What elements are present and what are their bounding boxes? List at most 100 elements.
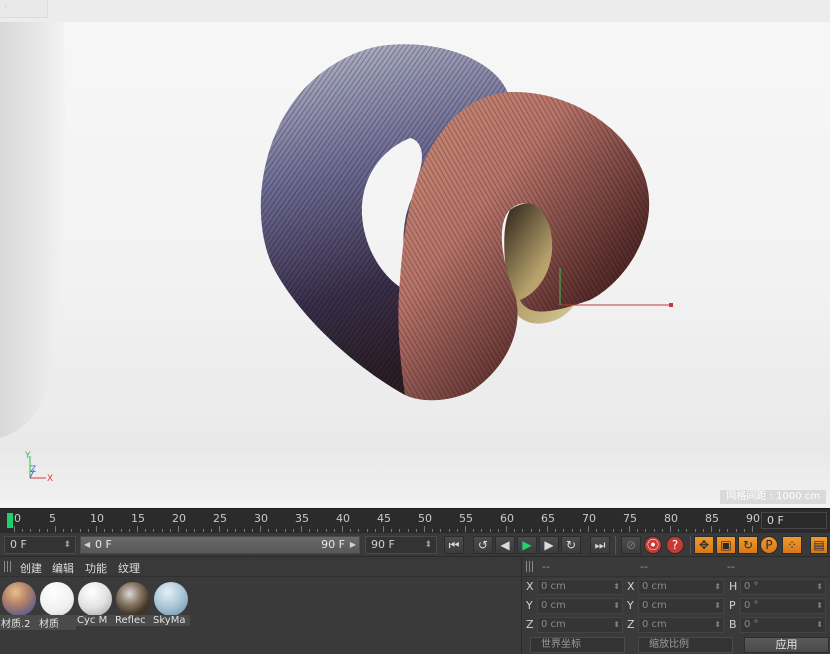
param-keys-icon[interactable]: P [760, 536, 778, 554]
position-header: -- [542, 560, 550, 573]
move-keys-icon[interactable]: ✥ [694, 536, 714, 554]
ruler-tick-label: 30 [254, 512, 268, 525]
material-swatch[interactable]: Cyc M [76, 581, 114, 629]
material-preview-ball [40, 582, 74, 616]
go-to-start-button[interactable]: ⏮ [444, 536, 464, 554]
rot-b-value: 0 ° [744, 619, 759, 630]
rotation-header: -- [727, 560, 735, 573]
end-frame-field[interactable]: 90 F ⬍ [365, 536, 437, 554]
film-strip-icon[interactable]: ▤ [810, 536, 828, 554]
pos-x-label: X [526, 580, 534, 593]
size-z-label: Z [627, 618, 635, 631]
rot-b-label: B [729, 618, 737, 631]
menu-edit[interactable]: 编辑 [52, 560, 74, 576]
size-x-value: 0 cm [642, 581, 667, 592]
separator [690, 536, 691, 554]
coordinate-mode-select[interactable]: 世界坐标 [530, 637, 625, 653]
range-end-label: 90 F [321, 538, 345, 551]
axis-y-label: Y [24, 451, 31, 461]
spin-arrows-icon[interactable]: ⬍ [816, 580, 823, 594]
grid-spacing-label: 网格间距 : 1000 cm [720, 490, 826, 504]
rotate-keys-icon[interactable]: ↻ [738, 536, 758, 554]
material-list: 材质.2 材质 Cyc M Reflec SkyMa [0, 579, 521, 654]
pos-z-field[interactable]: 0 cm ⬍ [537, 617, 623, 633]
record-active-objects-button[interactable]: ⦿ [644, 536, 662, 554]
prev-frame-button[interactable]: ◀ [495, 536, 515, 554]
size-z-value: 0 cm [642, 619, 667, 630]
material-swatch[interactable]: 材质.2 [0, 581, 38, 630]
material-preview-ball [154, 582, 188, 616]
autokeying-button[interactable]: ? [666, 536, 684, 554]
axis-z-label: Z [30, 465, 36, 475]
material-label: Reflec [114, 615, 152, 626]
material-manager: 创建 编辑 功能 纹理 材质.2 材质 Cyc M Reflec SkyMa [0, 556, 521, 654]
scale-mode-select[interactable]: 缩放比例 [638, 637, 733, 653]
ruler-tick-label: 75 [623, 512, 637, 525]
ruler-tick-label: 65 [541, 512, 555, 525]
spin-arrows-icon[interactable]: ⬍ [63, 537, 71, 553]
play-button[interactable]: ▶ [517, 536, 537, 554]
material-swatch[interactable]: 材质 [38, 581, 76, 630]
start-frame-field[interactable]: 0 F ⬍ [4, 536, 76, 554]
menu-create[interactable]: 创建 [20, 560, 42, 576]
spin-arrows-icon[interactable]: ⬍ [714, 580, 721, 594]
ruler-tick-label: 55 [459, 512, 473, 525]
spin-arrows-icon[interactable]: ⬍ [714, 618, 721, 632]
3d-viewport[interactable]: · Y Z X 网格间距: 1000 cm [0, 0, 830, 508]
rot-p-field[interactable]: 0 ° ⬍ [740, 598, 826, 614]
size-z-field[interactable]: 0 cm ⬍ [638, 617, 724, 633]
playhead[interactable] [7, 513, 13, 528]
material-preview-ball [2, 582, 36, 616]
axis-x-label: X [47, 474, 53, 484]
frame-ruler[interactable]: 0 5 10 15 20 25 30 35 40 45 50 55 60 65 70 75 80 85 90 [0, 509, 760, 533]
apply-button[interactable]: 应用 [744, 637, 829, 653]
spin-arrows-icon[interactable]: ⬍ [816, 618, 823, 632]
rot-b-field[interactable]: 0 ° ⬍ [740, 617, 826, 633]
go-to-end-button[interactable]: ⏭ [590, 536, 610, 554]
ruler-tick-label: 40 [336, 512, 350, 525]
ruler-tick-label: 45 [377, 512, 391, 525]
ruler-tick-label: 90 [746, 512, 760, 525]
end-frame-value: 90 F [371, 538, 395, 551]
pos-y-value: 0 cm [541, 600, 566, 611]
material-swatch[interactable]: SkyMa [152, 581, 190, 629]
spin-arrows-icon[interactable]: ⬍ [613, 618, 620, 632]
material-label: SkyMa [152, 615, 190, 626]
scale-keys-icon[interactable]: ▣ [716, 536, 736, 554]
panel-grip-icon[interactable] [4, 561, 12, 572]
rot-p-label: P [729, 599, 736, 612]
material-swatch[interactable]: Reflec [114, 581, 152, 629]
timeline-ruler[interactable]: 0 5 10 15 20 25 30 35 40 45 50 55 60 65 70 75 80 85 90 0 F [0, 508, 830, 533]
spin-arrows-icon[interactable]: ⬍ [424, 537, 432, 553]
size-y-field[interactable]: 0 cm ⬍ [638, 598, 724, 614]
spin-arrows-icon[interactable]: ⬍ [613, 599, 620, 613]
frame-range-slider[interactable]: ◀ 0 F 90 F ▶ [80, 536, 360, 554]
range-right-arrow-icon[interactable]: ▶ [350, 537, 356, 553]
rot-h-field[interactable]: 0 ° ⬍ [740, 579, 826, 595]
spin-arrows-icon[interactable]: ⬍ [613, 580, 620, 594]
prev-key-button[interactable]: ↺ [473, 536, 493, 554]
pos-z-value: 0 cm [541, 619, 566, 630]
ruler-tick-label: 85 [705, 512, 719, 525]
pos-x-field[interactable]: 0 cm ⬍ [537, 579, 623, 595]
rot-p-value: 0 ° [744, 600, 759, 611]
pos-y-label: Y [526, 599, 533, 612]
next-key-button[interactable]: ↻ [561, 536, 581, 554]
current-frame-field[interactable]: 0 F [761, 512, 827, 529]
ruler-tick-label: 20 [172, 512, 186, 525]
spin-arrows-icon[interactable]: ⬍ [714, 599, 721, 613]
next-frame-button[interactable]: ▶ [539, 536, 559, 554]
spin-arrows-icon[interactable]: ⬍ [816, 599, 823, 613]
menu-function[interactable]: 功能 [85, 560, 107, 576]
menu-texture[interactable]: 纹理 [118, 560, 140, 576]
separator [615, 536, 616, 554]
pla-keys-icon[interactable]: ⁘ [782, 536, 802, 554]
range-left-arrow-icon[interactable]: ◀ [84, 537, 90, 553]
material-label: 材质 [38, 615, 76, 630]
pos-y-field[interactable]: 0 cm ⬍ [537, 598, 623, 614]
panel-grip-icon[interactable] [526, 561, 534, 572]
record-lock-icon[interactable]: ⊘ [621, 536, 641, 554]
size-x-field[interactable]: 0 cm ⬍ [638, 579, 724, 595]
ruler-tick-label: 0 [14, 512, 21, 525]
rot-h-value: 0 ° [744, 581, 759, 592]
